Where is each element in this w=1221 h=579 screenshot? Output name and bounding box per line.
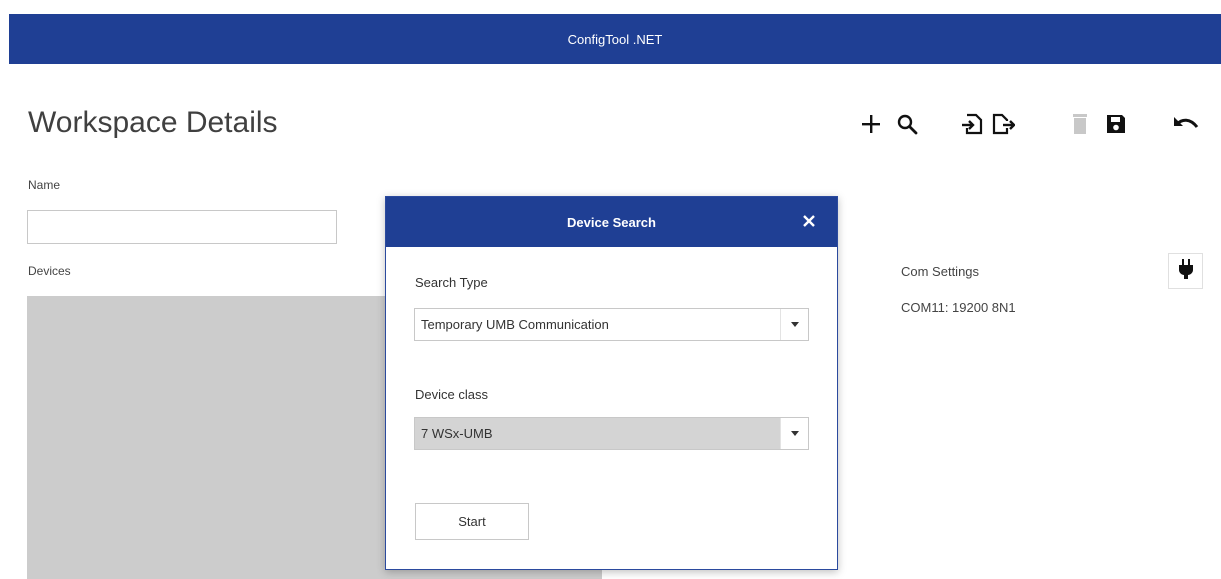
chevron-down-icon[interactable] — [780, 418, 808, 449]
trash-icon — [1070, 112, 1090, 136]
chevron-down-icon[interactable] — [780, 309, 808, 340]
save-button[interactable] — [1099, 103, 1133, 145]
search-button[interactable] — [890, 103, 924, 145]
page-title: Workspace Details — [28, 106, 278, 139]
export-icon — [991, 112, 1015, 136]
search-type-label: Search Type — [415, 275, 488, 290]
name-input[interactable] — [27, 210, 337, 244]
devices-label: Devices — [28, 264, 71, 278]
start-button[interactable]: Start — [415, 503, 529, 540]
dialog-title: Device Search — [567, 214, 656, 230]
search-type-select[interactable]: Temporary UMB Communication — [414, 308, 809, 341]
floppy-disk-icon — [1105, 113, 1127, 135]
device-class-label: Device class — [415, 387, 488, 402]
undo-button[interactable] — [1168, 103, 1202, 145]
search-icon — [896, 113, 918, 135]
dialog-header: Device Search — [386, 197, 837, 247]
delete-button[interactable] — [1063, 103, 1097, 145]
device-class-value: 7 WSx-UMB — [415, 418, 780, 449]
com-settings-label: Com Settings — [901, 264, 980, 279]
search-type-value: Temporary UMB Communication — [421, 317, 609, 332]
add-button[interactable] — [854, 103, 888, 145]
app-title: ConfigTool .NET — [567, 31, 663, 47]
import-button[interactable] — [955, 103, 989, 145]
import-icon — [960, 112, 984, 136]
undo-icon — [1171, 113, 1199, 135]
export-button[interactable] — [986, 103, 1020, 145]
com-settings-button[interactable] — [1168, 253, 1203, 289]
close-icon[interactable] — [799, 211, 819, 231]
plus-icon — [860, 113, 882, 135]
device-class-select[interactable]: 7 WSx-UMB — [414, 417, 809, 450]
device-search-dialog: Device Search Search Type Temporary UMB … — [385, 196, 838, 570]
com-settings-value: COM11: 19200 8N1 — [901, 300, 1016, 315]
plug-icon — [1178, 258, 1194, 285]
name-label: Name — [28, 178, 61, 192]
app-title-bar: ConfigTool .NET — [9, 14, 1221, 64]
